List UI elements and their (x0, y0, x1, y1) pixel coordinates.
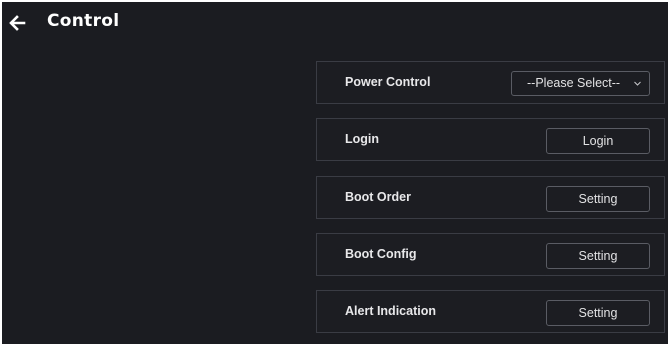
boot-order-setting-button[interactable]: Setting (546, 186, 650, 212)
boot-order-row: Boot Order Setting (316, 176, 665, 219)
login-label: Login (345, 132, 380, 146)
alert-indication-setting-button[interactable]: Setting (546, 300, 650, 326)
boot-order-label: Boot Order (345, 190, 411, 204)
boot-config-label: Boot Config (345, 247, 417, 261)
control-panel: Control Power Control --Please Select-- … (2, 2, 668, 344)
alert-indication-row: Alert Indication Setting (316, 290, 665, 333)
boot-config-row: Boot Config Setting (316, 233, 665, 276)
boot-config-setting-button[interactable]: Setting (546, 243, 650, 269)
power-control-row: Power Control --Please Select-- (316, 61, 665, 104)
page-header: Control (2, 2, 668, 42)
login-row: Login Login (316, 118, 665, 161)
chevron-down-icon (634, 81, 641, 86)
power-control-select[interactable]: --Please Select-- (511, 71, 650, 96)
power-control-label: Power Control (345, 75, 431, 89)
alert-indication-label: Alert Indication (345, 304, 436, 318)
page-title: Control (47, 11, 120, 31)
login-button[interactable]: Login (546, 128, 650, 154)
power-control-select-value: --Please Select-- (527, 76, 621, 90)
arrow-left-icon[interactable] (8, 14, 26, 32)
